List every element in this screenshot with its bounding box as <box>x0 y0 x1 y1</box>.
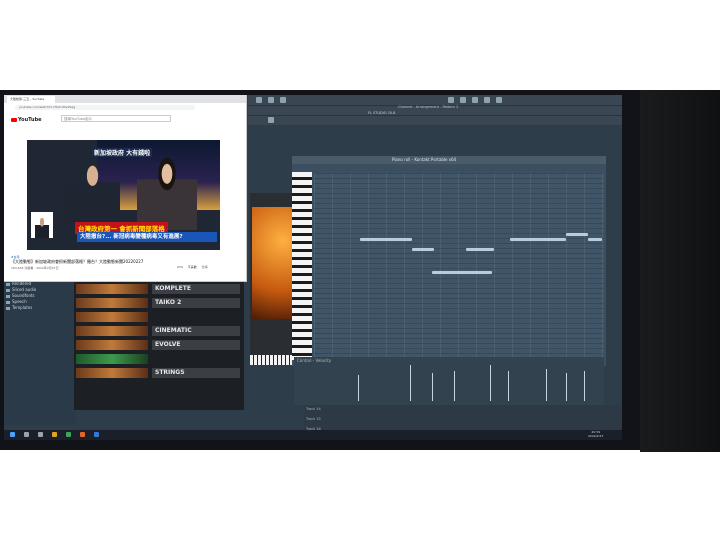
velocity-bar[interactable] <box>566 373 567 401</box>
midi-note[interactable] <box>510 238 566 241</box>
piano-roll-keys[interactable] <box>292 172 312 360</box>
velocity-lane[interactable]: Control - Velocity <box>294 357 604 405</box>
dislike-button[interactable]: 不喜歡 <box>188 265 197 269</box>
video-player[interactable]: 新加坡政府 大有錢啦 台灣政府第一 會抓新聞部落格 大陸撤台?... 新冠病毒變… <box>27 140 220 250</box>
midi-note[interactable] <box>412 248 434 251</box>
library-thumbnail[interactable] <box>76 284 148 294</box>
plugin-evolve[interactable]: EVOLVE <box>152 340 240 350</box>
taskbar-clock[interactable]: 20:59 2022/2/27 <box>588 430 604 438</box>
midi-note[interactable] <box>466 248 494 251</box>
fl-studio-icon[interactable] <box>80 432 85 437</box>
daw-version: FL STUDIO 20.8 <box>368 111 396 115</box>
piano-roll-grid[interactable] <box>314 173 604 358</box>
plugin-taiko[interactable]: TAIKO 2 <box>152 298 240 308</box>
library-thumbnail[interactable] <box>76 368 148 378</box>
plugin-strings[interactable]: STRINGS <box>152 368 240 378</box>
library-thumbnail[interactable] <box>76 298 148 308</box>
chrome-icon[interactable] <box>66 432 71 437</box>
video-person-man <box>65 165 120 225</box>
velocity-bar[interactable] <box>508 371 509 401</box>
channel-rack-icon[interactable] <box>460 97 466 103</box>
monitor-screen: Channel - Arrangement - Pattern 2 FL STU… <box>4 95 622 440</box>
velocity-bar[interactable] <box>584 371 585 401</box>
velocity-bar[interactable] <box>432 373 433 401</box>
library-thumbnail[interactable] <box>76 312 148 322</box>
daw-browser-panel: Rendered Sliced audio Soundfonts Speech … <box>4 275 76 425</box>
browser-item-templates[interactable]: Templates <box>6 305 32 310</box>
instrument-keyboard[interactable] <box>250 355 298 365</box>
playlist-icon[interactable] <box>496 97 502 103</box>
file-explorer-icon[interactable] <box>52 432 57 437</box>
plugin-library-panel: KOMPLETE TAIKO 2 CINEMATIC EVOLVE STRING… <box>74 280 244 410</box>
youtube-play-icon <box>11 117 17 122</box>
youtube-logo-text: YouTube <box>18 117 42 123</box>
browser-item-sliced-audio[interactable]: Sliced audio <box>6 287 36 292</box>
track-label[interactable]: Track 15 <box>306 417 321 421</box>
velocity-bar[interactable] <box>358 375 359 401</box>
youtube-search-input[interactable]: 搜尋YouTube影片 <box>61 115 171 122</box>
library-thumbnail[interactable] <box>76 354 148 364</box>
windows-start-icon[interactable] <box>10 432 15 437</box>
snap-icon[interactable] <box>268 117 274 123</box>
velocity-bar[interactable] <box>546 369 547 401</box>
piano-roll-header: Piano roll - Kontakt Portable x64 <box>292 156 606 164</box>
task-view-icon[interactable] <box>38 432 43 437</box>
play-icon[interactable] <box>256 97 262 103</box>
midi-note[interactable] <box>566 233 588 236</box>
midi-note[interactable] <box>432 271 492 274</box>
browser-item-soundfonts[interactable]: Soundfonts <box>6 293 35 298</box>
instrument-artwork <box>252 207 296 319</box>
plugin-cinematic[interactable]: CINEMATIC <box>152 326 240 336</box>
velocity-lane-label: Control - Velocity <box>297 358 332 363</box>
address-bar[interactable]: youtube.com/watch?v=fSOr1MvZ9qg <box>15 105 195 110</box>
youtube-logo[interactable]: YouTube <box>11 117 42 123</box>
taskbar: 20:59 2022/2/27 <box>4 430 622 440</box>
midi-note[interactable] <box>360 238 412 241</box>
clock-date: 2022/2/27 <box>588 433 604 438</box>
velocity-bar[interactable] <box>410 365 411 401</box>
video-caption-top: 新加坡政府 大有錢啦 <box>92 148 153 157</box>
video-title: 【大陸動態】新加坡政府會抓新聞部落格？撤台？大陸動態新聞20220227 <box>11 259 144 264</box>
video-inset-person <box>35 218 49 238</box>
video-meta: 183,648 次觀看 · 2022年2月27日 <box>11 266 59 270</box>
background-wall <box>640 90 720 452</box>
video-person-woman <box>137 158 197 230</box>
stop-icon[interactable] <box>268 97 274 103</box>
share-button[interactable]: 分享 <box>202 265 208 269</box>
video-caption-sub: 大陸撤台?... 新冠病毒變種病毒又有進展? <box>77 232 217 242</box>
daw-toolbar: Channel - Arrangement - Pattern 2 FL STU… <box>248 95 622 125</box>
mixer-icon[interactable] <box>448 97 454 103</box>
search-icon[interactable] <box>24 432 29 437</box>
video-inset <box>31 212 53 238</box>
library-thumbnail[interactable] <box>76 340 148 350</box>
piano-roll-icon[interactable] <box>472 97 478 103</box>
video-actions: 274 不喜歡 分享 <box>173 265 208 269</box>
browser-icon[interactable] <box>484 97 490 103</box>
browser-tab-strip: 大陸動態-三五 - YouTube <box>4 95 246 103</box>
velocity-bar[interactable] <box>454 371 455 401</box>
track-label[interactable]: Track 14 <box>306 407 321 411</box>
daw-window-title: Channel - Arrangement - Pattern 2 <box>398 105 459 109</box>
browser-window: 大陸動態-三五 - YouTube youtube.com/watch?v=fS… <box>4 95 247 282</box>
browser-item-speech[interactable]: Speech <box>6 299 27 304</box>
library-thumbnail[interactable] <box>76 326 148 336</box>
velocity-bar[interactable] <box>490 365 491 401</box>
piano-roll-title: Piano roll - Kontakt Portable x64 <box>392 157 457 162</box>
browser-tab[interactable]: 大陸動態-三五 - YouTube <box>7 96 55 103</box>
plugin-komplete[interactable]: KOMPLETE <box>152 284 240 294</box>
record-icon[interactable] <box>280 97 286 103</box>
like-count[interactable]: 274 <box>177 265 183 269</box>
app-icon[interactable] <box>94 432 99 437</box>
midi-note[interactable] <box>588 238 602 241</box>
